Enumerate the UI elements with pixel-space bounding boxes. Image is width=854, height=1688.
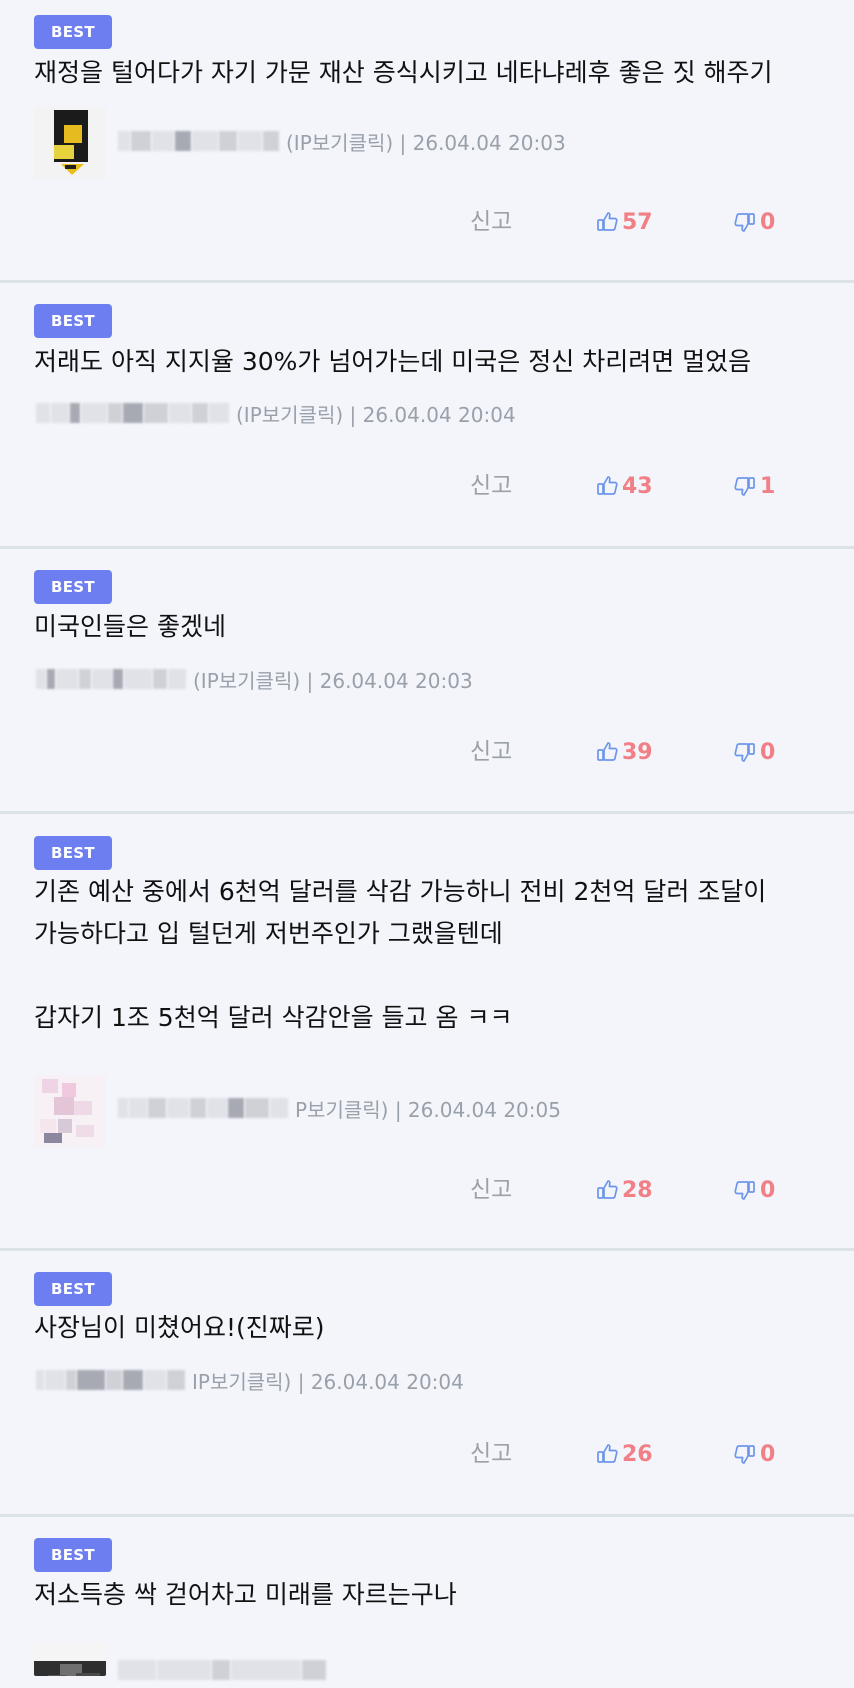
avatar[interactable] <box>34 1075 106 1147</box>
comment-item: BEST 저소득층 싹 걷어차고 미래를 자르는구나 <box>0 1517 854 1680</box>
masked-username <box>36 669 187 689</box>
comment-text: 저래도 아직 지지율 30%가 넘어가는데 미국은 정신 차리려면 멀었음 <box>34 347 752 376</box>
best-badge: BEST <box>34 304 112 338</box>
comment-text: 재정을 털어다가 자기 가문 재산 증식시키고 네타냐레후 좋은 짓 해주기 <box>34 58 773 87</box>
downvote-button[interactable]: 0 <box>733 1173 775 1207</box>
comment-text: 사장님이 미쳤어요!(진짜로) <box>34 1313 325 1342</box>
comment-date: IP보기클릭) | 26.04.04 20:04 <box>192 1369 464 1394</box>
upvote-count: 39 <box>622 739 653 765</box>
report-button[interactable]: 신고 <box>470 205 512 239</box>
avatar[interactable] <box>34 1642 106 1676</box>
upvote-count: 43 <box>622 473 653 499</box>
thumbs-up-icon <box>597 212 618 231</box>
report-button[interactable]: 신고 <box>470 469 512 503</box>
thumbs-down-icon <box>734 477 755 496</box>
upvote-count: 57 <box>622 209 653 235</box>
comment-text: 기존 예산 중에서 6천억 달러를 삭감 가능하니 전비 2천억 달러 조달이 … <box>34 877 767 1032</box>
masked-username <box>36 1370 186 1390</box>
comment-meta: IP보기클릭) | 26.04.04 20:04 <box>36 1362 464 1398</box>
comment-date: (IP보기클릭) | 26.04.04 20:03 <box>286 130 566 155</box>
upvote-count: 28 <box>622 1177 653 1203</box>
best-badge: BEST <box>34 570 112 604</box>
masked-username <box>36 403 230 423</box>
comment-actions: 신고 26 0 <box>0 1437 854 1471</box>
comment-item: BEST 저래도 아직 지지율 30%가 넘어가는데 미국은 정신 차리려면 멀… <box>0 283 854 548</box>
downvote-count: 0 <box>760 1177 776 1203</box>
comment-item: BEST 미국인들은 좋겠네 (IP보기클릭) | 26.04.04 20:03… <box>0 549 854 813</box>
comment-actions: 신고 43 1 <box>0 469 854 503</box>
best-badge: BEST <box>34 15 112 49</box>
comment-item: BEST 재정을 털어다가 자기 가문 재산 증식시키고 네타냐레후 좋은 짓 … <box>0 0 854 282</box>
masked-username <box>118 1660 327 1680</box>
comment-date: (IP보기클릭) | 26.04.04 20:03 <box>193 668 473 693</box>
upvote-button[interactable]: 39 <box>595 735 653 769</box>
report-button[interactable]: 신고 <box>470 1173 512 1207</box>
masked-username <box>118 1098 289 1118</box>
thumbs-up-icon <box>597 476 618 495</box>
upvote-button[interactable]: 26 <box>595 1437 653 1471</box>
downvote-button[interactable]: 0 <box>733 1437 775 1471</box>
report-button[interactable]: 신고 <box>470 1437 512 1471</box>
comment-meta: (IP보기클릭) | 26.04.04 20:04 <box>36 395 516 431</box>
downvote-count: 0 <box>760 739 776 765</box>
comment-text: 저소득층 싹 걷어차고 미래를 자르는구나 <box>34 1580 457 1609</box>
downvote-count: 1 <box>760 473 776 499</box>
comment-actions: 신고 39 0 <box>0 735 854 769</box>
comment-actions: 신고 57 0 <box>0 205 854 239</box>
downvote-count: 0 <box>760 1441 776 1467</box>
comment-meta <box>118 1652 333 1688</box>
best-badge: BEST <box>34 836 112 870</box>
masked-username <box>118 131 280 151</box>
thumbs-down-icon <box>734 1181 755 1200</box>
avatar[interactable] <box>34 107 106 179</box>
comment-date: P보기클릭) | 26.04.04 20:05 <box>295 1097 561 1122</box>
thumbs-down-icon <box>734 213 755 232</box>
comment-item: BEST 사장님이 미쳤어요!(진짜로) IP보기클릭) | 26.04.04 … <box>0 1251 854 1516</box>
thumbs-down-icon <box>734 743 755 762</box>
thumbs-up-icon <box>597 1180 618 1199</box>
thumbs-down-icon <box>734 1445 755 1464</box>
downvote-count: 0 <box>760 209 776 235</box>
downvote-button[interactable]: 1 <box>733 469 775 503</box>
comment-text: 미국인들은 좋겠네 <box>34 612 226 641</box>
best-badge: BEST <box>34 1272 112 1306</box>
comment-list: BEST 재정을 털어다가 자기 가문 재산 증식시키고 네타냐레후 좋은 짓 … <box>0 0 854 1680</box>
downvote-button[interactable]: 0 <box>733 205 775 239</box>
comment-meta: (IP보기클릭) | 26.04.04 20:03 <box>36 661 473 697</box>
upvote-button[interactable]: 43 <box>595 469 653 503</box>
comment-item: BEST 기존 예산 중에서 6천억 달러를 삭감 가능하니 전비 2천억 달러… <box>0 814 854 1250</box>
upvote-button[interactable]: 57 <box>595 205 653 239</box>
upvote-button[interactable]: 28 <box>595 1173 653 1207</box>
downvote-button[interactable]: 0 <box>733 735 775 769</box>
comment-actions: 신고 28 0 <box>0 1173 854 1207</box>
comment-date: (IP보기클릭) | 26.04.04 20:04 <box>236 402 516 427</box>
thumbs-up-icon <box>597 742 618 761</box>
upvote-count: 26 <box>622 1441 653 1467</box>
best-badge: BEST <box>34 1538 112 1572</box>
report-button[interactable]: 신고 <box>470 735 512 769</box>
comment-meta: P보기클릭) | 26.04.04 20:05 <box>118 1090 561 1126</box>
comment-meta: (IP보기클릭) | 26.04.04 20:03 <box>118 123 566 159</box>
thumbs-up-icon <box>597 1444 618 1463</box>
